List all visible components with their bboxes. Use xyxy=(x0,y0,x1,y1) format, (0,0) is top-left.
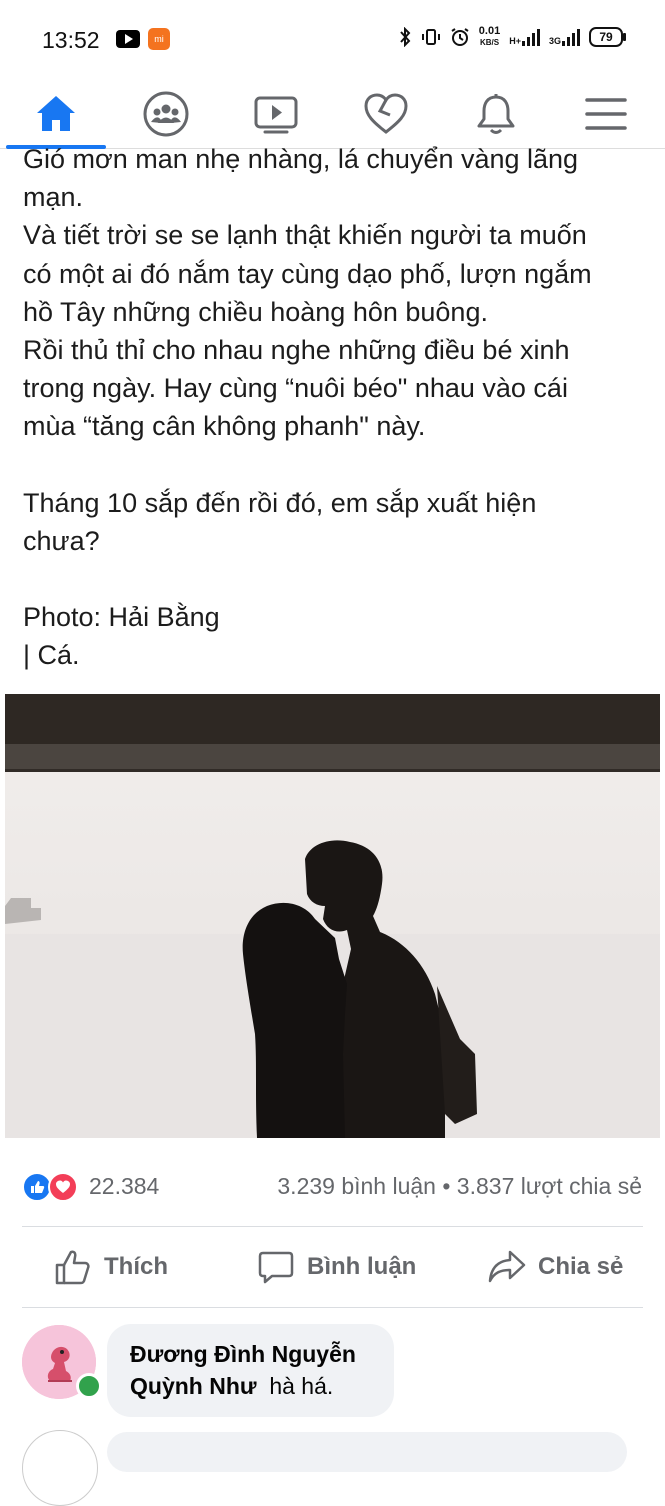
post-line: Và tiết trời se se lạnh thật khiến người… xyxy=(23,220,587,251)
reactions-summary[interactable]: 22.384 3.239 bình luận • 3.837 lượt chia… xyxy=(22,1170,647,1206)
share-label: Chia sẻ xyxy=(538,1253,624,1280)
nav-groups[interactable] xyxy=(116,80,216,148)
post-line: trong ngày. Hay cùng “nuôi béo" nhau vào… xyxy=(23,373,568,404)
post-line: chưa? xyxy=(23,525,100,556)
network-type-1: H+ xyxy=(509,36,521,46)
photo-credit: Photo: Hải Bằng xyxy=(23,602,220,633)
nav-home[interactable] xyxy=(6,80,106,148)
network-type-2: 3G xyxy=(548,36,561,46)
signal-2: 3G xyxy=(549,28,580,46)
post-text: Gió mơn man nhẹ nhàng, lá chuyển vàng lã… xyxy=(23,140,653,674)
online-status-indicator xyxy=(76,1373,102,1399)
top-nav xyxy=(0,80,665,149)
nav-menu[interactable] xyxy=(556,80,656,148)
post-line: mùa “tăng cân không phanh" này. xyxy=(23,411,426,442)
reaction-icons xyxy=(22,1172,82,1202)
signal-1: H+ xyxy=(509,28,540,46)
groups-icon xyxy=(143,91,189,137)
comment-text: hà há. xyxy=(269,1373,334,1399)
thumbs-up-icon xyxy=(55,1250,90,1285)
status-system-icons: 0.01 KB/S H+ 3G 79 xyxy=(398,26,626,48)
bluetooth-icon xyxy=(400,27,411,47)
status-bar: 13:52 mi 0.01 KB/S H+ 3G 79 xyxy=(0,0,665,80)
like-button[interactable]: Thích xyxy=(54,1228,168,1306)
comment-bubble[interactable]: Đương Đình Nguyễn Quỳnh Như hà há. xyxy=(107,1324,394,1417)
comment-label: Bình luận xyxy=(307,1253,417,1280)
love-reaction-icon xyxy=(48,1172,78,1202)
divider xyxy=(22,1226,643,1227)
nav-notifications[interactable] xyxy=(446,80,546,148)
status-time: 13:52 xyxy=(42,27,100,53)
post-photo[interactable] xyxy=(5,694,660,1138)
post-line: Gió mơn man nhẹ nhàng, lá chuyển vàng lã… xyxy=(23,144,579,174)
vibrate-icon xyxy=(421,29,440,45)
menu-icon xyxy=(585,98,627,130)
comment-button[interactable]: Bình luận xyxy=(257,1228,416,1306)
share-button[interactable]: Chia sẻ xyxy=(488,1228,623,1306)
signal-bars-icon xyxy=(521,28,540,46)
comment-icon xyxy=(258,1251,294,1284)
post-actions: Thích Bình luận Chia sẻ xyxy=(22,1228,643,1306)
post-line: có một ai đó nắm tay cùng dạo phố, lượn … xyxy=(23,258,592,289)
signal-bars-icon xyxy=(562,28,580,46)
watch-icon xyxy=(254,96,298,134)
couple-silhouette-image xyxy=(5,694,660,1138)
comment-author-wrapper: Đương Đình Nguyễn Quỳnh Như hà há. xyxy=(130,1338,390,1402)
battery-indicator: 79 xyxy=(589,27,626,47)
net-speed-unit: KB/S xyxy=(479,38,500,47)
post-line: mạn. xyxy=(23,182,84,213)
next-commenter-avatar[interactable] xyxy=(22,1430,98,1506)
next-comment-bubble[interactable] xyxy=(107,1432,627,1472)
alarm-icon xyxy=(451,28,469,46)
post-line: Rồi thủ thỉ cho nhau nghe những điều bé … xyxy=(23,335,570,366)
comment-share-stats[interactable]: 3.239 bình luận • 3.837 lượt chia sẻ xyxy=(277,1173,642,1200)
reaction-count: 22.384 xyxy=(89,1173,160,1199)
post-line: hồ Tây những chiều hoàng hôn buông. xyxy=(23,296,488,327)
net-speed-value: 0.01 xyxy=(478,25,501,37)
photo-credit: | Cá. xyxy=(23,640,80,671)
net-speed: 0.01 KB/S xyxy=(479,26,500,48)
nav-watch[interactable] xyxy=(226,80,326,148)
divider xyxy=(22,1307,643,1308)
status-app-icons: mi xyxy=(116,28,170,50)
home-icon xyxy=(37,96,75,131)
dating-icon xyxy=(364,93,408,134)
youtube-icon xyxy=(116,30,140,48)
post-line: Tháng 10 sắp đến rồi đó, em sắp xuất hiệ… xyxy=(23,487,537,518)
like-label: Thích xyxy=(104,1253,168,1280)
mi-icon: mi xyxy=(148,28,170,50)
nav-dating[interactable] xyxy=(336,80,436,148)
share-icon xyxy=(488,1250,526,1283)
notifications-icon xyxy=(477,94,515,134)
